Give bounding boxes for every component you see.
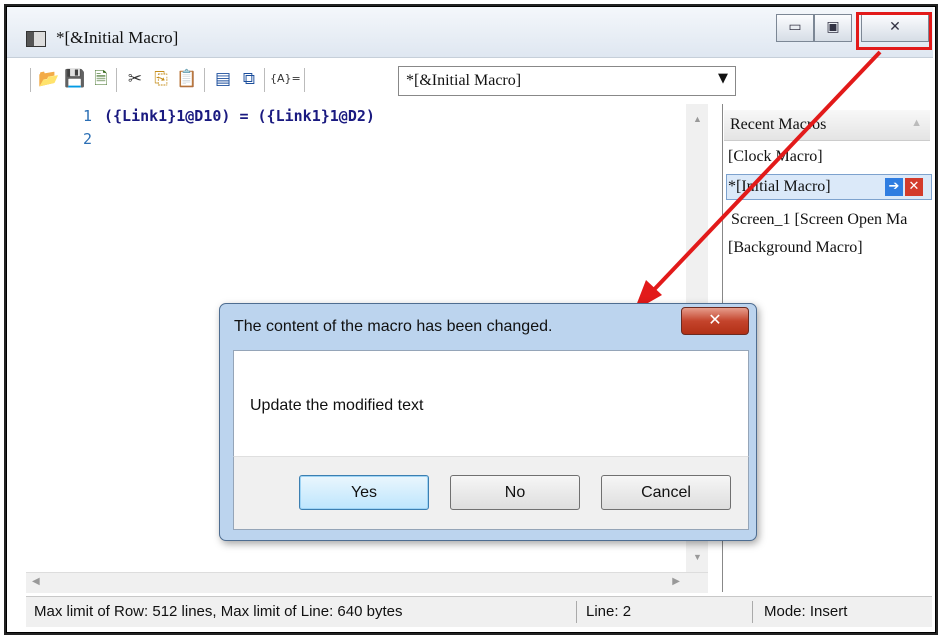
dialog-message: Update the modified text: [250, 397, 424, 414]
dialog-close-button[interactable]: ✕: [681, 307, 749, 335]
cancel-button[interactable]: Cancel: [601, 475, 731, 510]
no-button[interactable]: No: [450, 475, 580, 510]
dialog-title: The content of the macro has been change…: [234, 318, 553, 335]
yes-button[interactable]: Yes: [299, 475, 429, 510]
close-icon: ✕: [708, 310, 722, 329]
